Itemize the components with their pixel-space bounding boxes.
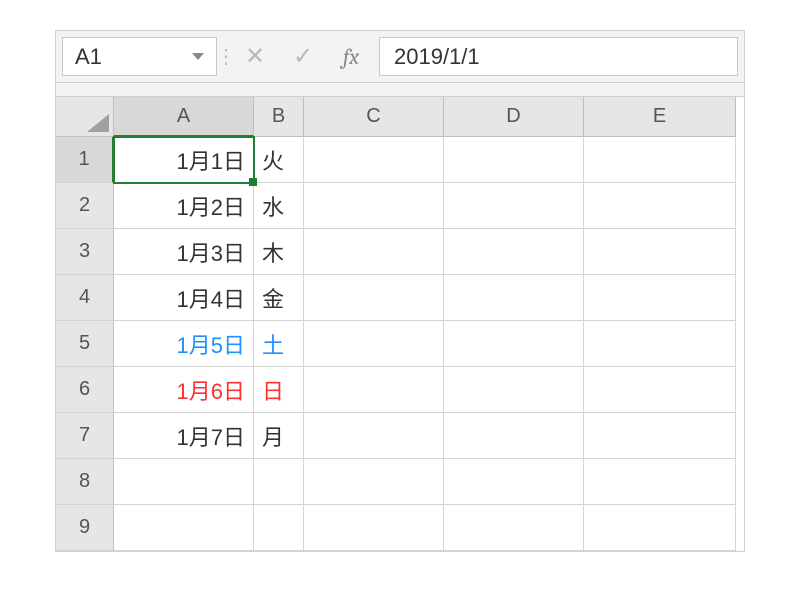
cell-E7[interactable] xyxy=(584,413,736,459)
cell-C5[interactable] xyxy=(304,321,444,367)
cell-C1[interactable] xyxy=(304,137,444,183)
cell-A3[interactable]: 1月3日 xyxy=(114,229,254,275)
cell-C9[interactable] xyxy=(304,505,444,551)
row-header-6[interactable]: 6 xyxy=(56,367,114,413)
cell-value: 火 xyxy=(262,144,284,176)
column-header-B[interactable]: B xyxy=(254,97,304,137)
cell-D7[interactable] xyxy=(444,413,584,459)
cell-B7[interactable]: 月 xyxy=(254,413,304,459)
row-header-8[interactable]: 8 xyxy=(56,459,114,505)
formula-bar: A1 ⋮ ✕ ✓ fx 2019/1/1 xyxy=(56,31,744,83)
cell-value: 水 xyxy=(262,190,284,222)
select-all-corner[interactable] xyxy=(56,97,114,137)
cell-value: 1月7日 xyxy=(177,420,245,452)
cell-E4[interactable] xyxy=(584,275,736,321)
row-header-4[interactable]: 4 xyxy=(56,275,114,321)
insert-function-button[interactable]: fx xyxy=(327,31,375,82)
cell-D9[interactable] xyxy=(444,505,584,551)
row-header-1[interactable]: 1 xyxy=(56,137,114,183)
fx-icon: fx xyxy=(343,44,359,70)
row-header-5[interactable]: 5 xyxy=(56,321,114,367)
formula-input-value: 2019/1/1 xyxy=(394,44,480,70)
column-header-E[interactable]: E xyxy=(584,97,736,137)
cell-A5[interactable]: 1月5日 xyxy=(114,321,254,367)
column-header-A[interactable]: A xyxy=(114,97,254,137)
formula-input[interactable]: 2019/1/1 xyxy=(379,37,738,76)
cell-value: 木 xyxy=(262,236,284,268)
cell-C8[interactable] xyxy=(304,459,444,505)
cell-value: 1月2日 xyxy=(177,190,245,222)
cell-D5[interactable] xyxy=(444,321,584,367)
column-header-C[interactable]: C xyxy=(304,97,444,137)
check-icon: ✓ xyxy=(293,42,313,71)
cell-D2[interactable] xyxy=(444,183,584,229)
cell-E6[interactable] xyxy=(584,367,736,413)
cell-B8[interactable] xyxy=(254,459,304,505)
formula-bar-separator: ⋮ xyxy=(221,31,231,82)
cell-D6[interactable] xyxy=(444,367,584,413)
chevron-down-icon[interactable] xyxy=(192,53,204,60)
column-header-D[interactable]: D xyxy=(444,97,584,137)
cell-E5[interactable] xyxy=(584,321,736,367)
spreadsheet-window: A1 ⋮ ✕ ✓ fx 2019/1/1 ABCDE 1 1月1日火 2 1月2日水 3 1… xyxy=(55,30,745,552)
cell-E9[interactable] xyxy=(584,505,736,551)
cell-E8[interactable] xyxy=(584,459,736,505)
cell-value: 月 xyxy=(262,420,284,452)
cell-value: 1月5日 xyxy=(177,328,245,360)
cell-C7[interactable] xyxy=(304,413,444,459)
row-header-3[interactable]: 3 xyxy=(56,229,114,275)
spreadsheet-grid[interactable]: ABCDE 1 1月1日火 2 1月2日水 3 1月3日木 4 1月4日金 5 1月5日土 6 1月6日… xyxy=(56,97,744,551)
cancel-button[interactable]: ✕ xyxy=(231,31,279,82)
cell-C2[interactable] xyxy=(304,183,444,229)
ribbon-spacer xyxy=(56,83,744,97)
cell-D3[interactable] xyxy=(444,229,584,275)
cell-B9[interactable] xyxy=(254,505,304,551)
cell-value: 1月4日 xyxy=(177,282,245,314)
row-header-7[interactable]: 7 xyxy=(56,413,114,459)
cell-D4[interactable] xyxy=(444,275,584,321)
cell-value: 土 xyxy=(262,328,284,360)
cell-E3[interactable] xyxy=(584,229,736,275)
cell-B4[interactable]: 金 xyxy=(254,275,304,321)
cell-E1[interactable] xyxy=(584,137,736,183)
cell-A2[interactable]: 1月2日 xyxy=(114,183,254,229)
cell-value: 日 xyxy=(262,374,284,406)
cell-value: 1月1日 xyxy=(177,144,245,176)
fill-handle[interactable] xyxy=(249,178,257,186)
cell-value: 1月6日 xyxy=(177,374,245,406)
row-header-9[interactable]: 9 xyxy=(56,505,114,551)
cell-A9[interactable] xyxy=(114,505,254,551)
cell-C4[interactable] xyxy=(304,275,444,321)
cell-D1[interactable] xyxy=(444,137,584,183)
cell-A6[interactable]: 1月6日 xyxy=(114,367,254,413)
cell-A1[interactable]: 1月1日 xyxy=(114,137,254,183)
cell-A7[interactable]: 1月7日 xyxy=(114,413,254,459)
cell-E2[interactable] xyxy=(584,183,736,229)
row-header-2[interactable]: 2 xyxy=(56,183,114,229)
cell-A8[interactable] xyxy=(114,459,254,505)
cell-B3[interactable]: 木 xyxy=(254,229,304,275)
x-icon: ✕ xyxy=(245,42,265,71)
name-box-value: A1 xyxy=(75,44,102,70)
cell-B5[interactable]: 土 xyxy=(254,321,304,367)
cell-D8[interactable] xyxy=(444,459,584,505)
cell-value: 1月3日 xyxy=(177,236,245,268)
enter-button[interactable]: ✓ xyxy=(279,31,327,82)
name-box[interactable]: A1 xyxy=(62,37,217,76)
cell-B6[interactable]: 日 xyxy=(254,367,304,413)
cell-value: 金 xyxy=(262,282,284,314)
cell-B2[interactable]: 水 xyxy=(254,183,304,229)
cell-C3[interactable] xyxy=(304,229,444,275)
cell-C6[interactable] xyxy=(304,367,444,413)
cell-A4[interactable]: 1月4日 xyxy=(114,275,254,321)
cell-B1[interactable]: 火 xyxy=(254,137,304,183)
